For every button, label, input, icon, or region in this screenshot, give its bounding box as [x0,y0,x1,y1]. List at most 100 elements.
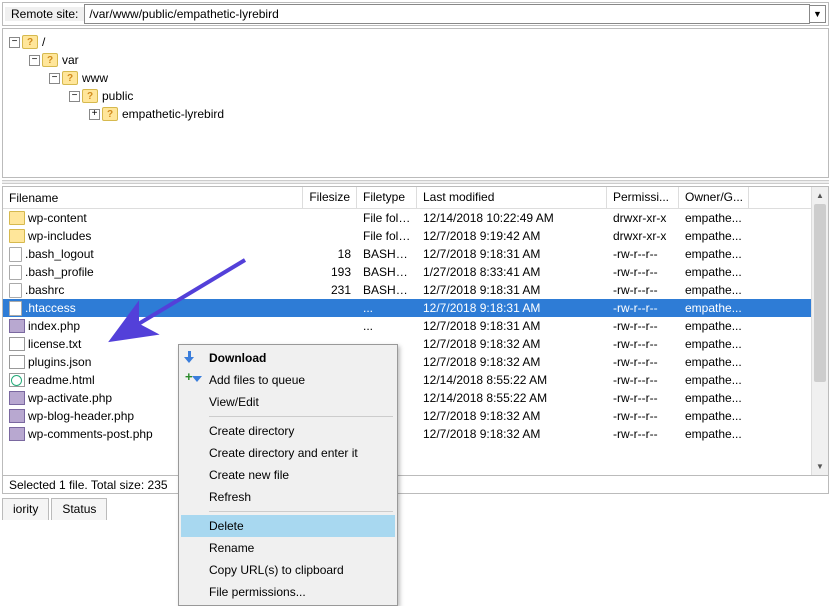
folder-icon [22,35,38,49]
file-name: wp-includes [28,229,91,243]
file-name: wp-blog-header.php [28,409,134,423]
file-list-body[interactable]: wp-content File folder12/14/2018 10:22:49… [3,209,828,475]
tree-node[interactable]: + empathetic-lyrebird [9,105,822,123]
file-modified: 12/14/2018 8:55:22 AM [417,372,607,388]
file-type: File folder [357,210,417,226]
file-row[interactable]: .bash_profile193BASH_P...1/27/2018 8:33:… [3,263,828,281]
remote-path-input[interactable] [84,4,810,24]
file-name: readme.html [28,373,95,387]
menu-view-edit[interactable]: View/Edit [181,391,395,413]
scroll-up-icon[interactable]: ▲ [812,187,828,204]
file-permissions: -rw-r--r-- [607,390,679,406]
file-row[interactable]: .htaccess...12/7/2018 9:18:31 AM-rw-r--r… [3,299,828,317]
file-row[interactable]: wp-includesFile folder12/7/2018 9:19:42 … [3,227,828,245]
file-name: wp-content [28,211,87,225]
file-icon [9,283,22,298]
menu-create-file[interactable]: Create new file [181,464,395,486]
file-row[interactable]: .bash_logout18BASH_L...12/7/2018 9:18:31… [3,245,828,263]
file-owner: empathe... [679,210,749,226]
file-permissions: -rw-r--r-- [607,372,679,388]
file-permissions: -rw-r--r-- [607,354,679,370]
file-owner: empathe... [679,264,749,280]
tree-expander[interactable]: − [69,91,80,102]
scroll-thumb[interactable] [814,204,826,382]
tree-label: empathetic-lyrebird [122,107,224,121]
file-row[interactable]: wp-activate.php...12/14/2018 8:55:22 AM-… [3,389,828,407]
file-owner: empathe... [679,408,749,424]
file-row[interactable]: wp-content File folder12/14/2018 10:22:49… [3,209,828,227]
tree-expander[interactable]: − [29,55,40,66]
file-row[interactable]: readme.html...12/14/2018 8:55:22 AM-rw-r… [3,371,828,389]
menu-rename[interactable]: Rename [181,537,395,559]
menu-add-to-queue[interactable]: Add files to queue [181,369,395,391]
file-size [303,307,357,309]
file-permissions: -rw-r--r-- [607,336,679,352]
file-row[interactable]: plugins.json...12/7/2018 9:18:32 AM-rw-r… [3,353,828,371]
file-icon [9,319,25,333]
menu-refresh[interactable]: Refresh [181,486,395,508]
tree-node[interactable]: − www [9,69,822,87]
tab-status[interactable]: Status [51,498,107,520]
tree-expander[interactable]: − [9,37,20,48]
file-size: 18 [303,246,357,262]
file-name: wp-activate.php [28,391,112,405]
menu-file-permissions[interactable]: File permissions... [181,581,395,603]
file-name: index.php [28,319,80,333]
menu-delete[interactable]: Delete [181,515,395,537]
file-modified: 12/7/2018 9:18:32 AM [417,354,607,370]
file-name: .bash_profile [25,265,94,279]
tab-priority[interactable]: iority [2,498,49,520]
file-permissions: -rw-r--r-- [607,408,679,424]
file-icon [9,427,25,441]
menu-separator [209,511,393,512]
file-type: BASH_L... [357,246,417,262]
chevron-down-icon[interactable]: ▼ [810,5,826,23]
folder-icon [82,89,98,103]
file-owner: empathe... [679,426,749,442]
scroll-down-icon[interactable]: ▼ [812,458,828,475]
file-modified: 12/7/2018 9:18:31 AM [417,318,607,334]
splitter-horizontal[interactable] [2,180,829,184]
context-menu: Download Add files to queue View/Edit Cr… [178,344,398,606]
col-filesize[interactable]: Filesize [303,187,357,208]
file-row[interactable]: index.php...12/7/2018 9:18:31 AM-rw-r--r… [3,317,828,335]
download-icon [185,351,201,365]
scrollbar-vertical[interactable]: ▲ ▼ [811,187,828,475]
col-modified[interactable]: Last modified [417,187,607,208]
col-permissions[interactable]: Permissi... [607,187,679,208]
file-name: .bashrc [25,283,64,297]
file-row[interactable]: wp-comments-post.php...12/7/2018 9:18:32… [3,425,828,443]
file-icon [9,301,22,316]
tree-expander[interactable]: + [89,109,100,120]
remote-site-label: Remote site: [5,7,84,21]
tree-node[interactable]: −/ [9,33,822,51]
menu-download[interactable]: Download [181,347,395,369]
file-modified: 12/7/2018 9:18:32 AM [417,426,607,442]
remote-tree[interactable]: −/−var−www−public+empathetic-lyrebird [2,28,829,178]
file-modified: 12/14/2018 10:22:49 AM [417,210,607,226]
col-filename[interactable]: Filename [3,187,303,208]
col-filetype[interactable]: Filetype [357,187,417,208]
tree-expander[interactable]: − [49,73,60,84]
menu-create-directory[interactable]: Create directory [181,420,395,442]
menu-copy-url[interactable]: Copy URL(s) to clipboard [181,559,395,581]
tree-node[interactable]: −var [9,51,822,69]
file-row[interactable]: wp-blog-header.php...12/7/2018 9:18:32 A… [3,407,828,425]
file-name: plugins.json [28,355,91,369]
tree-label: www [82,71,108,85]
menu-create-directory-enter[interactable]: Create directory and enter it [181,442,395,464]
file-permissions: drwxr-xr-x [607,210,679,226]
file-owner: empathe... [679,228,749,244]
file-owner: empathe... [679,246,749,262]
file-permissions: -rw-r--r-- [607,318,679,334]
tree-node[interactable]: −public [9,87,822,105]
file-permissions: -rw-r--r-- [607,264,679,280]
file-modified: 12/7/2018 9:18:31 AM [417,300,607,316]
file-size [303,217,357,219]
bottom-tabs: iority Status [2,498,829,520]
file-row[interactable]: .bashrc231BASHRC...12/7/2018 9:18:31 AM-… [3,281,828,299]
file-list-header: Filename Filesize Filetype Last modified… [3,187,828,209]
col-owner[interactable]: Owner/G... [679,187,749,208]
file-row[interactable]: license.txt...12/7/2018 9:18:32 AM-rw-r-… [3,335,828,353]
file-permissions: -rw-r--r-- [607,300,679,316]
